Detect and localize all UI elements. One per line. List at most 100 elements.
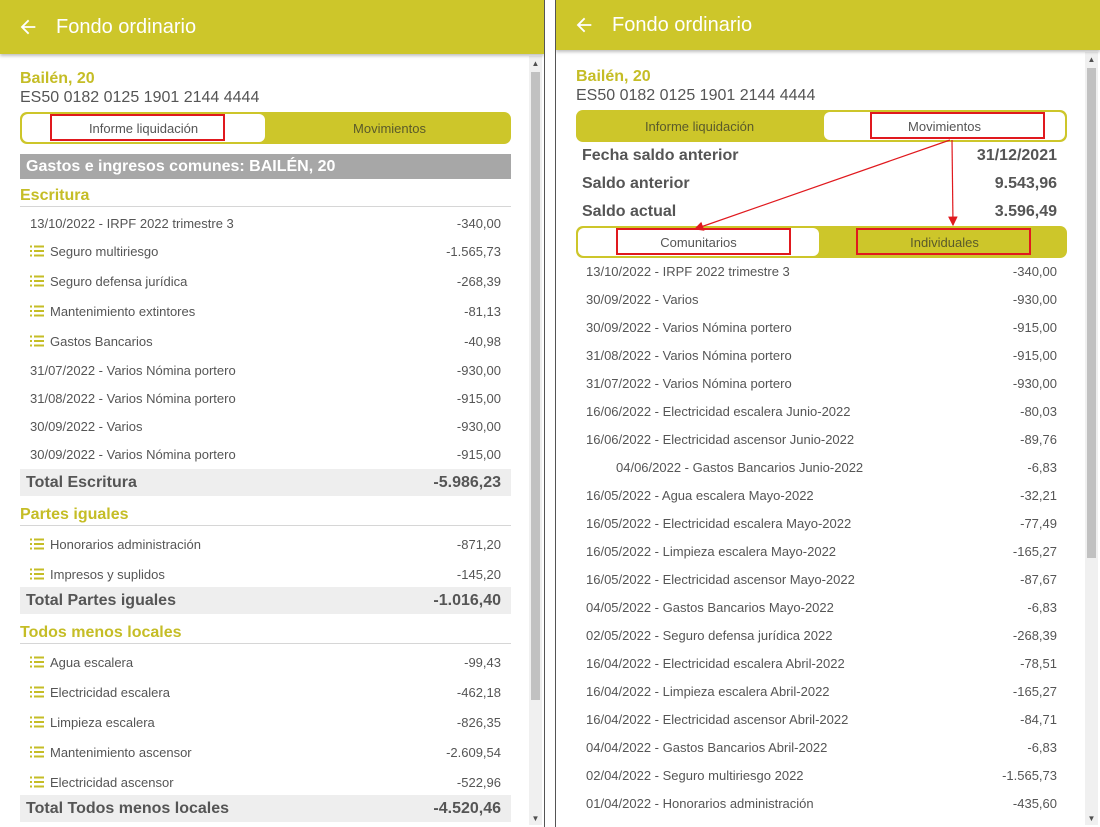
movement-amount: -6,83 (1027, 460, 1057, 475)
table-row: 30/09/2022 - Varios Nómina portero -915,… (20, 440, 511, 468)
movement-row[interactable]: 31/08/2022 - Varios Nómina portero -915,… (586, 348, 1057, 363)
movement-label: 02/04/2022 - Seguro multiriesgo 2022 (586, 768, 804, 783)
scrollbar[interactable]: ▲ ▼ (1085, 52, 1098, 825)
movement-row[interactable]: 16/05/2022 - Agua escalera Mayo-2022 -32… (586, 488, 1057, 503)
expandable-row[interactable]: Impresos y suplidos -145,20 (20, 559, 511, 589)
row-label: 31/08/2022 - Varios Nómina portero (30, 390, 236, 406)
scrollbar[interactable]: ▲ ▼ (529, 56, 542, 825)
iban-number: ES50 0182 0125 1901 2144 4444 (576, 87, 816, 104)
movement-label: 16/05/2022 - Electricidad ascensor Mayo-… (586, 572, 855, 587)
movement-amount: -165,27 (1012, 684, 1057, 699)
row-label: Limpieza escalera (50, 714, 155, 730)
tab-informe-liquidacion[interactable]: Informe liquidación (578, 112, 821, 140)
movement-label: 04/05/2022 - Gastos Bancarios Mayo-2022 (586, 600, 834, 615)
page-title: Fondo ordinario (56, 15, 197, 38)
row-value: -826,35 (456, 714, 501, 730)
section-title: Gastos e ingresos comunes: BAILÉN, 20 (20, 154, 511, 179)
movement-row[interactable]: 16/05/2022 - Electricidad escalera Mayo-… (586, 516, 1057, 531)
movement-label: 02/05/2022 - Seguro defensa jurídica 202… (586, 628, 833, 643)
movement-amount: -930,00 (1012, 292, 1057, 307)
expandable-row[interactable]: Mantenimiento extintores -81,13 (20, 296, 511, 326)
group-title: Partes iguales (20, 506, 511, 526)
movement-row[interactable]: 16/04/2022 - Electricidad escalera Abril… (586, 656, 1057, 671)
movement-label: 31/07/2022 - Varios Nómina portero (586, 376, 792, 391)
movement-row[interactable]: 16/05/2022 - Electricidad ascensor Mayo-… (586, 572, 1057, 587)
group-total: Total Partes iguales -1.016,40 (20, 587, 511, 614)
row-value: -40,98 (464, 333, 501, 349)
expandable-row[interactable]: Limpieza escalera -826,35 (20, 707, 511, 737)
movement-label: 31/08/2022 - Varios Nómina portero (586, 348, 792, 363)
expandable-row[interactable]: Gastos Bancarios -40,98 (20, 326, 511, 356)
scroll-up-icon[interactable]: ▲ (529, 56, 542, 70)
expandable-row[interactable]: Electricidad ascensor -522,96 (20, 767, 511, 797)
row-value: -871,20 (456, 536, 501, 552)
movement-row[interactable]: 02/04/2022 - Seguro multiriesgo 2022 -1.… (586, 768, 1057, 783)
scroll-down-icon[interactable]: ▼ (1085, 811, 1098, 825)
app-bar: Fondo ordinario (0, 0, 544, 54)
movement-label: 16/04/2022 - Limpieza escalera Abril-202… (586, 684, 830, 699)
movement-amount: -77,49 (1020, 516, 1057, 531)
group-total: Total Escritura -5.986,23 (20, 469, 511, 496)
row-value: -81,13 (464, 303, 501, 319)
scroll-down-icon[interactable]: ▼ (529, 811, 542, 825)
movement-amount: -32,21 (1020, 488, 1057, 503)
summary-saldo-anterior: Saldo anterior 9.543,96 (582, 175, 1057, 192)
row-label: Seguro multiriesgo (50, 243, 159, 259)
list-icon (30, 538, 44, 550)
back-arrow-icon[interactable] (0, 0, 56, 54)
back-arrow-icon[interactable] (556, 0, 612, 50)
row-label: 31/07/2022 - Varios Nómina portero (30, 362, 236, 378)
movement-label: 30/09/2022 - Varios Nómina portero (586, 320, 792, 335)
list-icon (30, 716, 44, 728)
row-label: Agua escalera (50, 654, 134, 670)
movement-row[interactable]: 13/10/2022 - IRPF 2022 trimestre 3 -340,… (586, 264, 1057, 279)
scroll-thumb[interactable] (531, 72, 540, 700)
movement-row[interactable]: 04/05/2022 - Gastos Bancarios Mayo-2022 … (586, 600, 1057, 615)
movement-label: 16/05/2022 - Electricidad escalera Mayo-… (586, 516, 852, 531)
movement-row[interactable]: 31/07/2022 - Varios Nómina portero -930,… (586, 376, 1057, 391)
movement-row[interactable]: 16/04/2022 - Limpieza escalera Abril-202… (586, 684, 1057, 699)
list-icon (30, 245, 44, 257)
movement-label: 16/04/2022 - Electricidad ascensor Abril… (586, 712, 849, 727)
movement-label: 30/09/2022 - Varios (586, 292, 699, 307)
expandable-row[interactable]: Mantenimiento ascensor -2.609,54 (20, 737, 511, 767)
movement-row[interactable]: 16/04/2022 - Electricidad ascensor Abril… (586, 712, 1057, 727)
expandable-row[interactable]: Seguro defensa jurídica -268,39 (20, 266, 511, 296)
movement-amount: -80,03 (1020, 404, 1057, 419)
scroll-thumb[interactable] (1087, 68, 1096, 558)
movement-row[interactable]: 16/05/2022 - Limpieza escalera Mayo-2022… (586, 544, 1057, 559)
table-row: 31/07/2022 - Varios Nómina portero -930,… (20, 356, 511, 384)
row-value: -915,00 (456, 390, 501, 406)
tab-movimientos[interactable]: Movimientos (270, 114, 509, 142)
row-label: Impresos y suplidos (50, 566, 165, 582)
movement-row[interactable]: 01/04/2022 - Honorarios administración -… (586, 796, 1057, 811)
expandable-row[interactable]: Honorarios administración -871,20 (20, 529, 511, 559)
movement-row[interactable]: 16/06/2022 - Electricidad ascensor Junio… (586, 432, 1057, 447)
scroll-up-icon[interactable]: ▲ (1085, 52, 1098, 66)
total-label: Total Partes iguales (26, 591, 176, 609)
movement-row[interactable]: 02/05/2022 - Seguro defensa jurídica 202… (586, 628, 1057, 643)
movement-label: 16/06/2022 - Electricidad escalera Junio… (586, 404, 851, 419)
total-value: -1.016,40 (433, 591, 501, 609)
table-row: 30/09/2022 - Varios -930,00 (20, 412, 511, 440)
movement-row[interactable]: 30/09/2022 - Varios Nómina portero -915,… (586, 320, 1057, 335)
movement-row[interactable]: 04/04/2022 - Gastos Bancarios Abril-2022… (586, 740, 1057, 755)
expandable-row[interactable]: Seguro multiriesgo -1.565,73 (20, 236, 511, 266)
movement-row[interactable]: 04/06/2022 - Gastos Bancarios Junio-2022… (586, 460, 1057, 475)
expandable-row[interactable]: Agua escalera -99,43 (20, 647, 511, 677)
movement-row[interactable]: 30/09/2022 - Varios -930,00 (586, 292, 1057, 307)
row-value: -522,96 (456, 774, 501, 790)
movement-amount: -930,00 (1012, 376, 1057, 391)
list-icon (30, 568, 44, 580)
movement-amount: -268,39 (1012, 628, 1057, 643)
highlight-box (616, 228, 791, 255)
row-label: Electricidad ascensor (50, 774, 174, 790)
list-icon (30, 746, 44, 758)
summary-fecha-saldo-anterior: Fecha saldo anterior 31/12/2021 (582, 147, 1057, 164)
movement-row[interactable]: 16/06/2022 - Electricidad escalera Junio… (586, 404, 1057, 419)
community-name: Bailén, 20 (20, 70, 95, 87)
row-label: Electricidad escalera (50, 684, 170, 700)
row-value: -99,43 (464, 654, 501, 670)
highlight-box (50, 114, 225, 141)
expandable-row[interactable]: Electricidad escalera -462,18 (20, 677, 511, 707)
